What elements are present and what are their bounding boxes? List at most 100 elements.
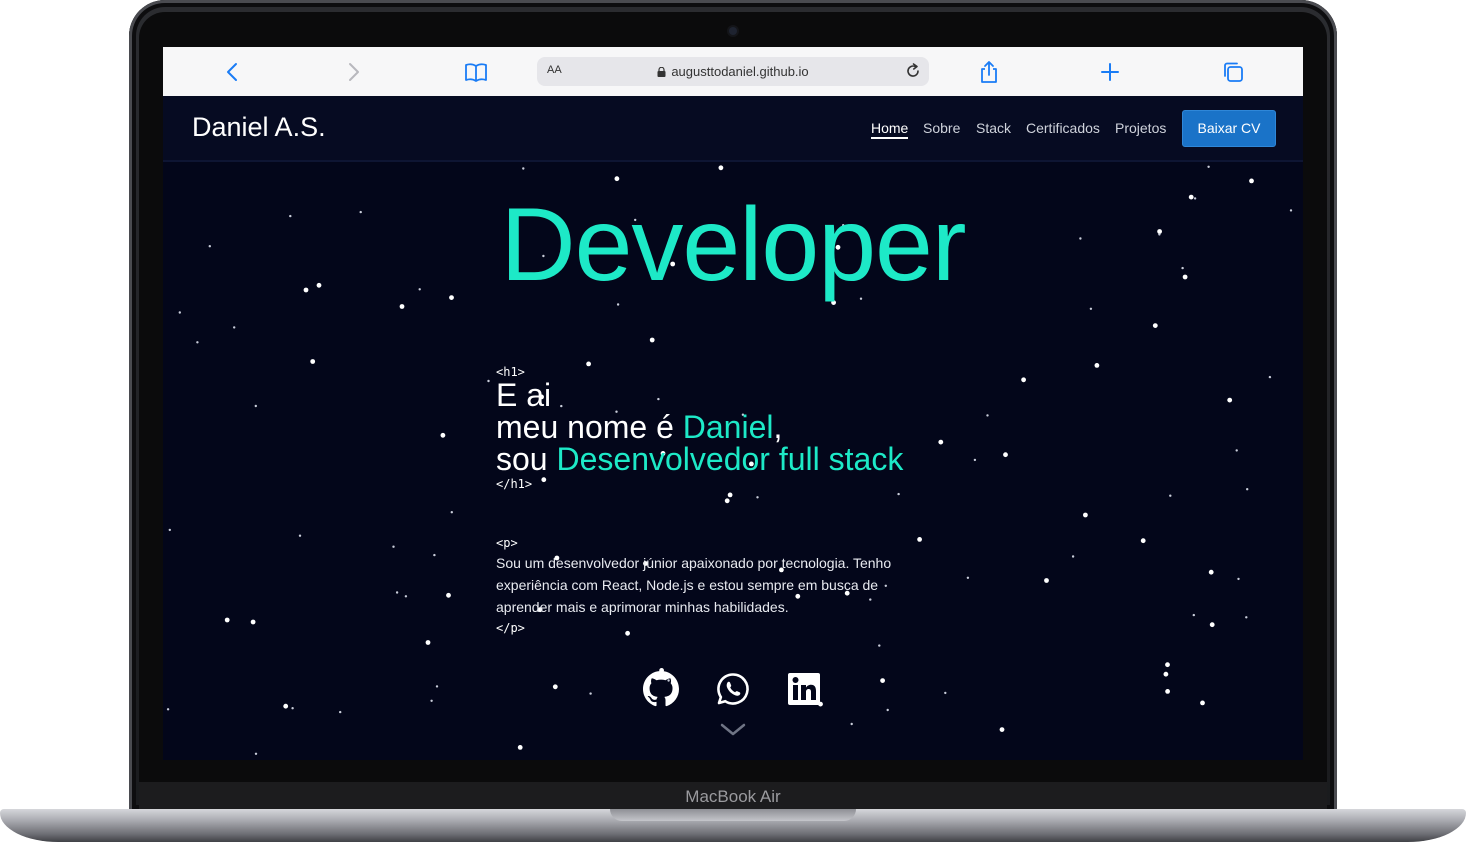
portfolio-page: Daniel A.S. Home Sobre Stack Certificado… <box>163 96 1303 760</box>
intro-line-3: sou Desenvolvedor full stack <box>496 441 904 477</box>
star <box>986 414 989 417</box>
p-open-tag: <p> <box>496 536 518 550</box>
star <box>973 458 977 462</box>
star <box>727 492 733 498</box>
star <box>724 498 730 504</box>
share-icon[interactable] <box>976 59 1002 85</box>
star <box>298 534 302 537</box>
nav-link-projetos[interactable]: Projetos <box>1115 120 1166 136</box>
star <box>178 311 181 314</box>
star <box>1021 377 1026 383</box>
star <box>1163 671 1169 677</box>
star <box>880 678 885 683</box>
star <box>1192 613 1196 617</box>
site-brand[interactable]: Daniel A.S. <box>192 112 326 143</box>
bookmarks-icon[interactable] <box>463 59 489 85</box>
nav-link-home[interactable]: Home <box>871 120 909 139</box>
star <box>1169 494 1172 497</box>
star <box>541 477 547 483</box>
star <box>1094 363 1100 368</box>
star <box>718 165 724 171</box>
intro-heading: E ai meu nome é Daniel, sou Desenvolvedo… <box>496 379 903 475</box>
star <box>1237 577 1240 581</box>
star <box>446 592 451 598</box>
star <box>450 511 453 514</box>
star <box>1003 452 1008 458</box>
download-cv-button[interactable]: Baixar CV <box>1182 110 1276 147</box>
back-icon[interactable] <box>220 59 246 85</box>
chevron-down-icon[interactable] <box>720 723 746 737</box>
star <box>430 699 433 702</box>
star <box>517 745 523 750</box>
star <box>1227 397 1233 403</box>
star <box>440 432 446 438</box>
bio-paragraph: Sou um desenvolvedor júnior apaixonado p… <box>496 555 892 615</box>
star <box>850 722 853 726</box>
nav-link-stack[interactable]: Stack <box>976 120 1011 136</box>
star <box>433 553 436 557</box>
star <box>1089 307 1093 310</box>
github-icon[interactable] <box>643 671 679 707</box>
intro-line-1: E ai <box>496 377 552 413</box>
h1-close-tag: </h1> <box>496 477 533 491</box>
star <box>168 528 171 532</box>
star <box>589 692 592 695</box>
star <box>1200 700 1205 706</box>
star <box>1071 555 1075 558</box>
reload-icon[interactable] <box>903 61 923 81</box>
star <box>224 617 230 623</box>
star <box>586 361 591 367</box>
camera-icon <box>729 27 737 35</box>
star <box>625 630 630 636</box>
star <box>1207 165 1210 168</box>
name-highlight: Daniel <box>682 409 774 445</box>
whatsapp-icon[interactable] <box>715 671 751 707</box>
star <box>878 644 881 647</box>
star <box>487 379 490 383</box>
star <box>938 439 944 445</box>
star <box>399 304 405 309</box>
star <box>897 492 900 496</box>
site-navbar: Daniel A.S. Home Sobre Stack Certificado… <box>163 96 1303 162</box>
star <box>395 591 399 594</box>
star <box>1209 622 1215 628</box>
nav-link-certificados[interactable]: Certificados <box>1026 120 1100 136</box>
nav-link-sobre[interactable]: Sobre <box>923 120 960 136</box>
star <box>1083 512 1088 518</box>
star <box>614 176 620 182</box>
star <box>616 303 620 306</box>
role-highlight: Desenvolvedor full stack <box>556 441 904 477</box>
star <box>522 167 525 170</box>
star <box>435 685 439 688</box>
star <box>1235 449 1238 452</box>
star <box>254 404 257 408</box>
star <box>291 707 294 710</box>
star <box>392 545 395 548</box>
intro-line-2: meu nome é Daniel, <box>496 409 783 445</box>
lock-icon <box>657 67 666 77</box>
star <box>404 595 408 598</box>
p-close-tag: </p> <box>496 621 525 635</box>
star <box>1044 578 1049 583</box>
browser-toolbar: AA augusttodaniel.github.io <box>163 47 1303 97</box>
hero-title: Developer <box>500 187 966 303</box>
laptop-notch <box>610 809 856 821</box>
star <box>1246 488 1249 491</box>
star <box>254 752 258 755</box>
new-tab-icon[interactable] <box>1097 59 1123 85</box>
address-bar[interactable]: AA augusttodaniel.github.io <box>537 57 929 86</box>
star <box>339 710 342 714</box>
star <box>649 337 655 343</box>
forward-icon[interactable] <box>340 59 366 85</box>
linkedin-icon[interactable] <box>786 671 822 707</box>
star <box>999 727 1005 732</box>
star <box>233 326 236 329</box>
tabs-icon[interactable] <box>1220 59 1246 85</box>
star <box>166 708 170 711</box>
star <box>1268 375 1272 379</box>
star <box>1245 616 1248 619</box>
star <box>283 703 289 709</box>
star <box>886 708 889 712</box>
screen: AA augusttodaniel.github.io Daniel A.S. … <box>163 47 1303 760</box>
star <box>966 576 970 579</box>
